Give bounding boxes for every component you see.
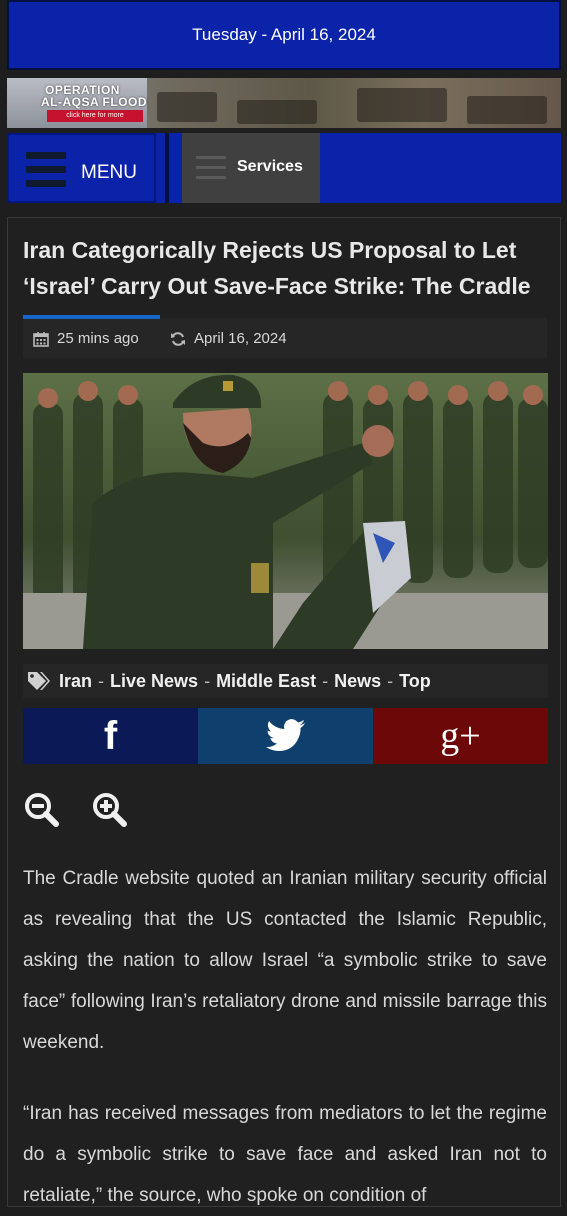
- tags-icon: [28, 672, 50, 690]
- refresh-icon: [171, 331, 185, 346]
- twitter-bird-icon: [265, 719, 305, 751]
- zoom-out-icon[interactable]: [23, 791, 59, 827]
- services-menu-icon-bar: [196, 166, 226, 169]
- article-card: Iran Categorically Rejects US Proposal t…: [7, 217, 561, 1207]
- facebook-share-button[interactable]: f: [23, 708, 198, 764]
- article-photo: [23, 373, 548, 649]
- time-ago: 25 mins ago: [57, 330, 139, 347]
- article-paragraph: The Cradle website quoted an Iranian mil…: [23, 868, 547, 1053]
- zoom-in-icon[interactable]: [91, 791, 127, 827]
- share-bar: f g+: [23, 708, 548, 764]
- zoom-controls: [23, 791, 127, 827]
- posted-time: 25 mins ago: [33, 330, 139, 347]
- tag-middle-east[interactable]: Middle East: [216, 671, 316, 692]
- twitter-share-button[interactable]: [198, 708, 373, 764]
- tag-separator: -: [204, 670, 211, 691]
- soldier-photo: [23, 373, 548, 649]
- google-plus-icon: g+: [440, 715, 481, 757]
- banner-photo-detail: [157, 92, 217, 122]
- current-date: Tuesday - April 16, 2024: [192, 25, 376, 44]
- tag-news[interactable]: News: [334, 671, 381, 692]
- nav-divider: [165, 133, 169, 203]
- menu-label: MENU: [81, 162, 137, 183]
- tag-live-news[interactable]: Live News: [110, 671, 198, 692]
- article-title: Iran Categorically Rejects US Proposal t…: [23, 237, 531, 299]
- banner-photo-detail: [357, 88, 447, 122]
- article-date: April 16, 2024: [194, 330, 287, 347]
- banner-photo-detail: [237, 100, 317, 124]
- calendar-icon: [33, 331, 49, 347]
- facebook-icon: f: [103, 713, 118, 758]
- article-paragraph: “Iran has received messages from mediato…: [23, 1103, 547, 1206]
- banner-photo-detail: [467, 96, 547, 124]
- tag-bar: Iran - Live News - Middle East - News - …: [23, 664, 548, 698]
- services-menu-icon-bar: [196, 176, 226, 179]
- services-menu-icon: [196, 156, 226, 159]
- tag-iran[interactable]: Iran: [59, 671, 92, 692]
- tag-top[interactable]: Top: [399, 671, 431, 692]
- google-plus-share-button[interactable]: g+: [373, 708, 548, 764]
- updated-date: April 16, 2024: [170, 330, 287, 347]
- tag-separator: -: [322, 670, 329, 691]
- article-meta: 25 mins ago April 16, 2024: [23, 318, 547, 358]
- tag-separator: -: [98, 670, 105, 691]
- date-bar: Tuesday - April 16, 2024: [7, 0, 561, 70]
- main-nav: MENU Services: [7, 133, 561, 203]
- services-button[interactable]: Services: [182, 133, 320, 203]
- services-label: Services: [237, 158, 303, 175]
- title-underline: [23, 315, 160, 319]
- hamburger-icon: [26, 152, 66, 188]
- tag-separator: -: [387, 670, 394, 691]
- banner-title-line2: AL-AQSA FLOOD: [41, 95, 148, 109]
- banner-cta[interactable]: click here for more: [47, 110, 143, 122]
- operation-banner[interactable]: OPERATION AL-AQSA FLOOD click here for m…: [7, 78, 561, 128]
- menu-button[interactable]: MENU: [7, 133, 156, 203]
